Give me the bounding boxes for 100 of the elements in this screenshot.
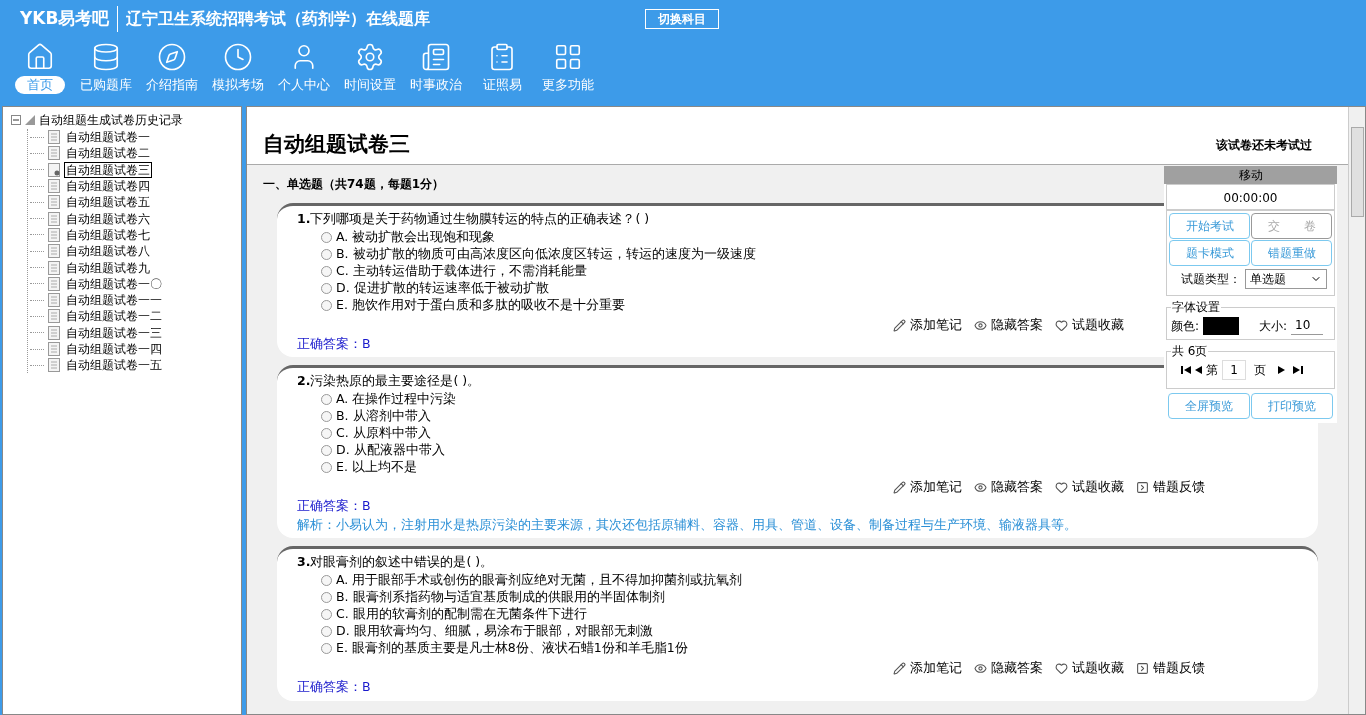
document-icon xyxy=(48,130,60,145)
compass-icon[interactable] xyxy=(157,42,187,72)
document-icon xyxy=(48,195,60,210)
radio-button[interactable] xyxy=(321,626,332,637)
heart-icon xyxy=(1055,318,1068,332)
action-link[interactable]: 隐藏答案 xyxy=(991,659,1043,678)
action-link[interactable]: 错题反馈 xyxy=(1153,478,1205,497)
option-text: E. 眼膏剂的基质主要是凡士林8份、液状石蜡1份和羊毛脂1份 xyxy=(336,639,688,658)
tree-root-label[interactable]: 自动组题生成试卷历史记录 xyxy=(39,111,183,129)
page-prefix: 第 xyxy=(1206,362,1218,379)
radio-button[interactable] xyxy=(321,248,332,260)
radio-button[interactable] xyxy=(321,231,332,243)
color-swatch[interactable] xyxy=(1203,316,1240,335)
action-link[interactable]: 试题收藏 xyxy=(1072,659,1124,678)
tree-item[interactable]: 自动组题试卷五 xyxy=(64,195,152,210)
document-icon xyxy=(48,325,60,340)
tree-item[interactable]: 自动组题试卷六 xyxy=(64,211,152,226)
home-icon[interactable] xyxy=(25,42,55,72)
radio-button[interactable] xyxy=(321,299,332,311)
tree-item[interactable]: 自动组题试卷四 xyxy=(64,179,152,194)
page-field[interactable]: 1 xyxy=(1222,360,1246,380)
radio-button[interactable] xyxy=(321,265,332,277)
size-field[interactable]: 10 xyxy=(1291,316,1324,335)
question-text: 2.污染热原的最主要途径是( )。 xyxy=(297,372,481,391)
action-link[interactable]: 错题反馈 xyxy=(1153,659,1205,678)
action-link[interactable]: 试题收藏 xyxy=(1072,315,1124,335)
option-text: E. 胞饮作用对于蛋白质和多肽的吸收不是十分重要 xyxy=(336,295,625,314)
page-suffix: 页 xyxy=(1254,362,1266,379)
option-text: A. 在操作过程中污染 xyxy=(336,390,457,409)
correct-answer: 正确答案：B xyxy=(297,334,371,353)
heart-icon xyxy=(1055,480,1068,494)
option-text: B. 从溶剂中带入 xyxy=(336,407,431,426)
scrollbar[interactable] xyxy=(1348,107,1365,714)
logo: YKB易考吧 xyxy=(20,6,119,32)
tree-item[interactable]: 自动组题试卷七 xyxy=(64,227,152,242)
radio-button[interactable] xyxy=(321,394,332,405)
clock-icon[interactable] xyxy=(223,42,253,72)
tree-item[interactable]: 自动组题试卷一〇 xyxy=(64,276,164,291)
radio-button[interactable] xyxy=(321,609,332,620)
action-link[interactable]: 添加笔记 xyxy=(910,659,962,678)
collapse-icon[interactable] xyxy=(11,115,21,125)
option-text: C. 从原料中带入 xyxy=(336,424,431,443)
database-icon[interactable] xyxy=(91,42,121,72)
group-label: 共 6页 xyxy=(1171,343,1209,360)
panel-header[interactable]: 移动 xyxy=(1164,166,1337,184)
action-link[interactable]: 添加笔记 xyxy=(910,478,962,497)
square-icon xyxy=(1136,480,1149,494)
tree-item[interactable]: 自动组题试卷一五 xyxy=(64,358,164,373)
radio-button[interactable] xyxy=(321,592,332,603)
heart-icon xyxy=(1055,661,1068,675)
triangle-icon xyxy=(25,115,35,125)
document-icon xyxy=(48,309,60,324)
tree-item[interactable]: 自动组题试卷九 xyxy=(64,260,152,275)
eye-icon xyxy=(974,318,987,332)
option-text: B. 眼膏剂系指药物与适宜基质制成的供眼用的半固体制剂 xyxy=(336,588,665,607)
tree-item[interactable]: 自动组题试卷二 xyxy=(64,146,152,161)
tree-item[interactable]: 自动组题试卷一二 xyxy=(64,309,164,324)
tree-item[interactable]: 自动组题试卷八 xyxy=(64,244,152,259)
radio-button[interactable] xyxy=(321,462,332,473)
app-title: 辽宁卫生系统招聘考试（药剂学）在线题库 xyxy=(125,8,431,30)
document-icon xyxy=(48,211,60,226)
explanation-text: 解析：小易认为，注射用水是热原污染的主要来源，其次还包括原辅料、容器、用具、管道、设备、制备过程与生产环境、输液器具等。 xyxy=(297,515,1078,534)
document-icon xyxy=(48,260,60,275)
next-page-icon[interactable] xyxy=(1278,366,1285,374)
radio-button[interactable] xyxy=(321,411,332,422)
option-text: A. 被动扩散会出现饱和现象 xyxy=(336,227,496,246)
option-text: C. 眼用的软膏剂的配制需在无菌条件下进行 xyxy=(336,605,587,624)
radio-button[interactable] xyxy=(321,643,332,654)
radio-button[interactable] xyxy=(321,445,332,456)
document-icon[interactable] xyxy=(421,42,451,72)
size-label: 大小: xyxy=(1259,317,1288,335)
option-text: A. 用于眼部手术或创伤的眼膏剂应绝对无菌，且不得加抑菌剂或抗氧剂 xyxy=(336,571,743,590)
radio-button[interactable] xyxy=(321,428,332,439)
tree-item[interactable]: 自动组题试卷一四 xyxy=(64,342,164,356)
tree-item[interactable]: 自动组题试卷一一 xyxy=(64,293,164,308)
action-link[interactable]: 隐藏答案 xyxy=(991,315,1043,335)
square-icon xyxy=(1136,661,1149,675)
grid-icon[interactable] xyxy=(553,42,583,72)
last-page-icon[interactable] xyxy=(1293,366,1303,374)
document-icon xyxy=(48,179,60,194)
first-page-icon[interactable] xyxy=(1181,366,1191,374)
settings-icon[interactable] xyxy=(355,42,385,72)
tree-item[interactable]: 自动组题试卷一三 xyxy=(64,325,164,340)
type-dropdown[interactable]: 单选题 xyxy=(1245,269,1327,289)
question-text: 1.下列哪项是关于药物通过生物膜转运的特点的正确表述？( ) xyxy=(297,210,650,228)
pencil-icon xyxy=(893,318,906,332)
type-label: 试题类型： xyxy=(1181,271,1241,288)
radio-button[interactable] xyxy=(321,575,332,586)
tree-item[interactable]: 自动组题试卷一 xyxy=(64,130,152,145)
action-link[interactable]: 试题收藏 xyxy=(1072,478,1124,497)
paper-status: 该试卷还未考试过 xyxy=(1216,137,1312,154)
correct-answer: 正确答案：B xyxy=(297,496,371,515)
document-icon xyxy=(48,227,60,242)
document-icon xyxy=(48,293,60,308)
action-link[interactable]: 添加笔记 xyxy=(910,315,962,335)
previous-page-icon[interactable] xyxy=(1195,366,1202,374)
paper-title: 自动组题试卷三 xyxy=(263,130,410,158)
action-link[interactable]: 隐藏答案 xyxy=(991,478,1043,497)
radio-button[interactable] xyxy=(321,282,332,294)
tree-item[interactable]: 自动组题试卷三 xyxy=(64,161,152,178)
